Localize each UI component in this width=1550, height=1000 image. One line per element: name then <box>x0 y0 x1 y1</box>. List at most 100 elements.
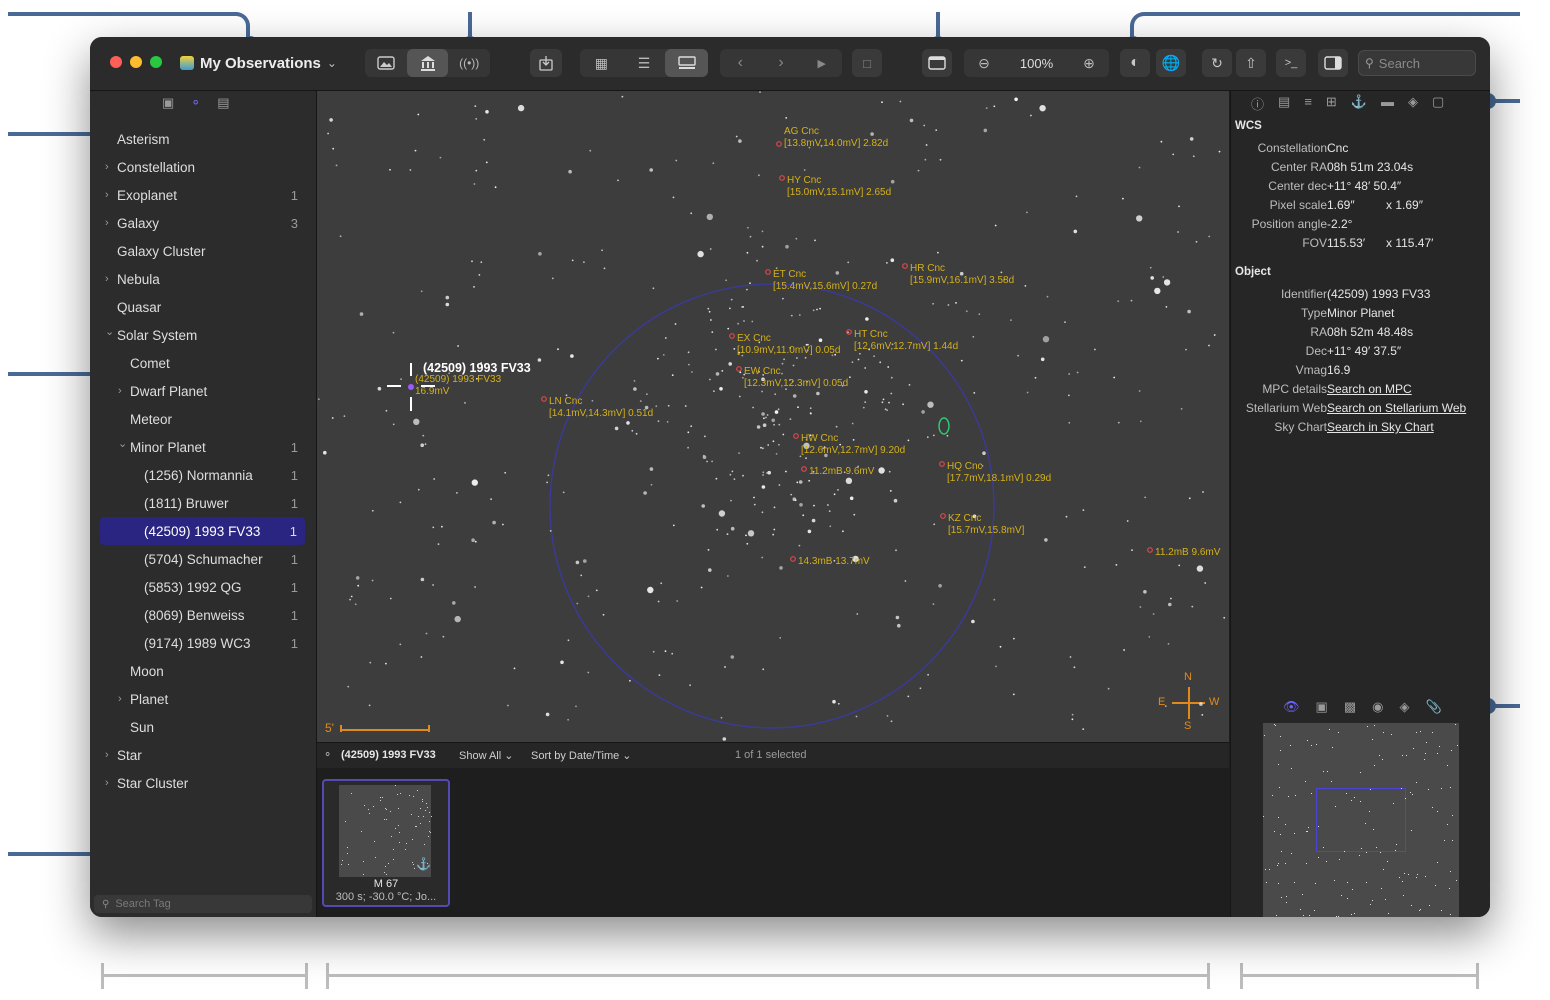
library-view-button[interactable] <box>406 49 449 77</box>
crop-icon[interactable]: ⊞ <box>1326 94 1337 113</box>
adjust-icon[interactable]: ≡ <box>1304 94 1312 113</box>
eye-icon[interactable]: 👁 <box>1283 699 1300 715</box>
sidebar-item[interactable]: Comet <box>90 349 316 377</box>
chevron-down-icon[interactable]: ⌄ <box>105 325 114 338</box>
fit-button[interactable]: □ <box>852 49 882 77</box>
console-button[interactable]: >_ <box>1276 49 1306 77</box>
image-view-button[interactable] <box>365 49 407 77</box>
star-label[interactable]: AG Cnc [13.8mV,14.0mV] 2.82d <box>784 126 888 150</box>
minimize-button[interactable] <box>130 56 142 68</box>
sidebar-item[interactable]: › Nebula <box>90 265 316 293</box>
sort-dropdown[interactable]: Sort by Date/Time ⌄ <box>531 749 632 762</box>
sidebar-item[interactable]: ⌄ Solar System <box>90 321 316 349</box>
window-button[interactable] <box>922 49 952 77</box>
sidebar-item[interactable]: Meteor <box>90 405 316 433</box>
chevron-right-icon[interactable]: › <box>105 161 109 173</box>
zoom-out-button[interactable]: ⊖ <box>964 49 1004 77</box>
sidebar-item[interactable]: (42509) 1993 FV33 1 <box>100 517 305 545</box>
grid-view-button[interactable]: ▦ <box>580 49 623 77</box>
object-link[interactable]: Search on Stellarium Web <box>1327 401 1466 415</box>
next-button[interactable]: › <box>761 49 802 77</box>
chevron-right-icon[interactable]: › <box>105 217 109 229</box>
header-icon[interactable]: ▤ <box>1278 94 1290 113</box>
telescope-icon[interactable]: ⚓ <box>1351 94 1367 113</box>
viewport-rect[interactable] <box>1316 788 1406 852</box>
ruler-icon[interactable]: ▬ <box>1381 94 1394 113</box>
share-button[interactable]: ⇧ <box>1236 49 1266 77</box>
filter-dropdown[interactable]: Show All ⌄ <box>459 749 513 762</box>
sidebar-item[interactable]: › Planet <box>90 685 316 713</box>
zoom-window-button[interactable] <box>150 56 162 68</box>
live-view-button[interactable]: ((•)) <box>448 49 490 77</box>
layers-icon[interactable]: ◈ <box>1408 94 1418 113</box>
star-label[interactable]: HY Cnc [15.0mV,15.1mV] 2.65d <box>787 175 891 199</box>
chevron-right-icon[interactable]: › <box>118 693 122 705</box>
object-link[interactable]: Search in Sky Chart <box>1327 420 1434 434</box>
archive-icon[interactable]: ▣ <box>162 95 174 111</box>
sidebar-item[interactable]: Quasar <box>90 293 316 321</box>
sidebar-item[interactable]: › Star <box>90 741 316 769</box>
sidebar-item[interactable]: › Dwarf Planet <box>90 377 316 405</box>
library-selector[interactable]: My Observations ⌄ <box>180 52 337 74</box>
star-label[interactable]: HR Cnc [15.9mV,16.1mV] 3.58d <box>910 263 1014 287</box>
tag-search-field[interactable]: ⚲ Search Tag <box>94 895 312 913</box>
cylinder-icon[interactable]: ▣ <box>1316 699 1328 715</box>
contrast-button[interactable]: ◐ <box>1120 49 1150 77</box>
close-button[interactable] <box>110 56 122 68</box>
sidebar-item[interactable]: (5704) Schumacher 1 <box>90 545 316 573</box>
zoom-in-button[interactable]: ⊕ <box>1069 49 1109 77</box>
star-label[interactable]: KZ Cnc [15.7mV,15.8mV] <box>948 513 1024 537</box>
history-button[interactable]: ↻ <box>1202 49 1232 77</box>
info-icon[interactable]: ⓘ <box>1251 94 1264 113</box>
inspector-toggle-button[interactable] <box>1318 49 1348 77</box>
sidebar-item[interactable]: (9174) 1989 WC3 1 <box>90 629 316 657</box>
target-icon[interactable]: ◉ <box>1372 699 1383 715</box>
chevron-right-icon[interactable]: › <box>105 777 109 789</box>
play-button[interactable]: ▶ <box>801 49 842 77</box>
star-label[interactable]: ET Cnc [15.4mV,15.6mV] 0.27d <box>773 269 877 293</box>
folder-icon[interactable]: ▢ <box>1432 94 1444 113</box>
chevron-down-icon[interactable]: ⌄ <box>118 437 127 450</box>
star-label[interactable]: LN Cnc [14.1mV,14.3mV] 0.51d <box>549 396 653 420</box>
star-label[interactable]: HW Cnc [12.6mV,12.7mV] 9.20d <box>801 433 905 457</box>
star-label[interactable]: HT Cnc [12.6mV,12.7mV] 1.44d <box>854 329 958 353</box>
tag-icon[interactable]: ⚬ <box>190 95 201 111</box>
star-label[interactable]: 14.3mB 13.7mV <box>798 556 870 568</box>
star-label[interactable]: EW Cnc [12.3mV,12.3mV] 0.05d <box>744 366 848 390</box>
chevron-right-icon[interactable]: › <box>105 273 109 285</box>
histogram-icon[interactable]: ▩ <box>1344 699 1356 715</box>
sidebar-item[interactable]: › Exoplanet 1 <box>90 181 316 209</box>
sidebar-item[interactable]: Galaxy Cluster <box>90 237 316 265</box>
sky-image[interactable]: AG Cnc [13.8mV,14.0mV] 2.82d HY Cnc [15.0mV… <box>317 91 1229 742</box>
zoom-level[interactable]: 100% <box>1004 49 1069 77</box>
sidebar-item[interactable]: › Star Cluster <box>90 769 316 797</box>
paperclip-icon[interactable]: 📎 <box>1425 699 1441 715</box>
sidebar-item[interactable]: (5853) 1992 QG 1 <box>90 573 316 601</box>
sidebar-item[interactable]: ⌄ Minor Planet 1 <box>90 433 316 461</box>
thumbnail-card[interactable]: ⚓ M 67 300 s; -30.0 °C; Jo... <box>322 779 450 907</box>
previous-button[interactable]: ‹ <box>720 49 761 77</box>
navigator-preview[interactable] <box>1263 723 1459 917</box>
chevron-right-icon[interactable]: › <box>105 749 109 761</box>
object-link[interactable]: Search on MPC <box>1327 382 1412 396</box>
star-label[interactable]: HQ Cnc [17.7mV,18.1mV] 0.29d <box>947 461 1051 485</box>
star-label[interactable]: 11.2mB 9.6mV <box>1155 547 1220 559</box>
search-field[interactable]: ⚲ Search <box>1358 50 1476 76</box>
sidebar-item[interactable]: Sun <box>90 713 316 741</box>
sidebar-item[interactable]: (1811) Bruwer 1 <box>90 489 316 517</box>
globe-button[interactable]: 🌐 <box>1156 49 1186 77</box>
star-label[interactable]: EX Cnc [10.9mV,11.0mV] 0.05d <box>737 333 840 357</box>
chevron-right-icon[interactable]: › <box>118 385 122 397</box>
sidebar-item[interactable]: Moon <box>90 657 316 685</box>
sidebar-item[interactable]: › Constellation <box>90 153 316 181</box>
drive-icon[interactable]: ▤ <box>217 95 229 111</box>
filmstrip-view-button[interactable] <box>665 49 709 77</box>
list-view-button[interactable]: ☰ <box>623 49 666 77</box>
sidebar-item[interactable]: (1256) Normannia 1 <box>90 461 316 489</box>
sidebar-item[interactable]: › Galaxy 3 <box>90 209 316 237</box>
sidebar-item[interactable]: Asterism <box>90 125 316 153</box>
star-label[interactable]: 11.2mB 9.6mV <box>809 466 874 478</box>
chevron-right-icon[interactable]: › <box>105 189 109 201</box>
import-button[interactable] <box>530 49 562 77</box>
stack-icon[interactable]: ◈ <box>1399 699 1409 715</box>
